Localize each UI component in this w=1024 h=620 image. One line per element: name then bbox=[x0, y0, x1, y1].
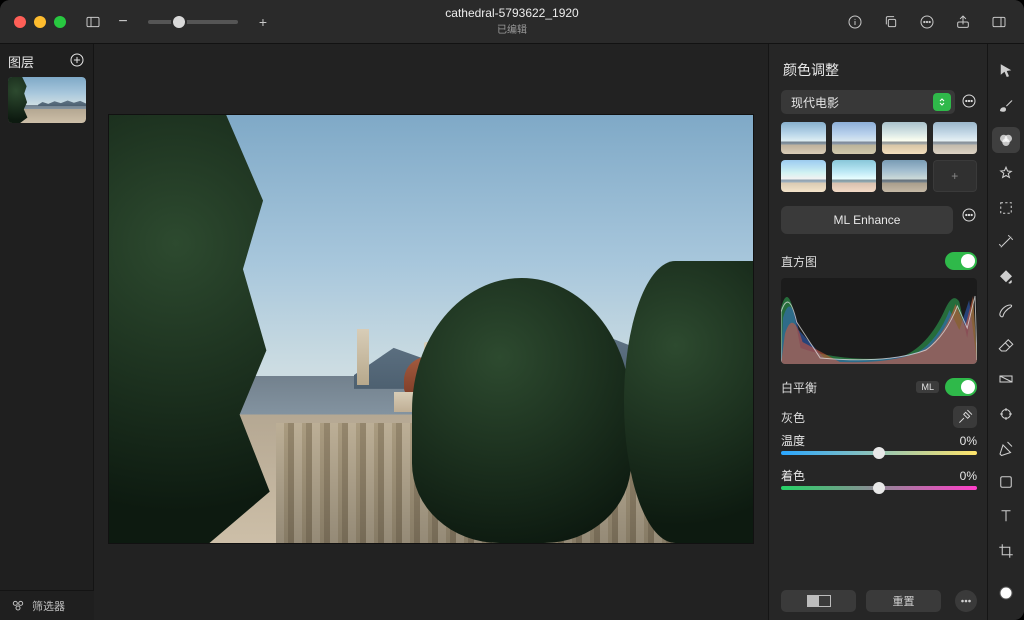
split-compare-button[interactable] bbox=[781, 590, 856, 612]
close-window[interactable] bbox=[14, 16, 26, 28]
window-controls bbox=[14, 16, 66, 28]
preset-select[interactable]: 现代电影 bbox=[781, 90, 955, 114]
share-icon[interactable] bbox=[952, 11, 974, 33]
panels-icon[interactable] bbox=[988, 11, 1010, 33]
layers-panel: 图层 bbox=[0, 44, 94, 620]
eyedropper-button[interactable] bbox=[953, 406, 977, 428]
panel-more-icon[interactable] bbox=[955, 590, 977, 612]
magic-wand-tool[interactable] bbox=[992, 229, 1020, 255]
gradient-tool[interactable] bbox=[992, 366, 1020, 392]
canvas-area bbox=[94, 44, 768, 620]
preset-more-icon[interactable] bbox=[961, 93, 977, 112]
color-adjust-tool[interactable] bbox=[992, 127, 1020, 153]
temperature-slider[interactable] bbox=[781, 451, 977, 455]
ml-more-icon[interactable] bbox=[961, 207, 977, 226]
preset-thumb[interactable] bbox=[882, 122, 927, 154]
canvas-image[interactable] bbox=[109, 115, 753, 543]
document-status: 已编辑 bbox=[445, 21, 578, 36]
minimize-window[interactable] bbox=[34, 16, 46, 28]
repair-tool[interactable] bbox=[992, 401, 1020, 427]
zoom-out-button[interactable]: − bbox=[116, 11, 130, 33]
duplicate-icon[interactable] bbox=[880, 11, 902, 33]
ml-enhance-button[interactable]: ML Enhance bbox=[781, 206, 953, 234]
zoom-slider[interactable] bbox=[148, 20, 238, 24]
fill-tool[interactable] bbox=[992, 264, 1020, 290]
preset-chevrons-icon bbox=[933, 93, 951, 111]
maximize-window[interactable] bbox=[54, 16, 66, 28]
tint-value: 0% bbox=[960, 469, 977, 483]
preset-thumb[interactable] bbox=[781, 160, 826, 192]
zoom-in-button[interactable]: + bbox=[256, 11, 270, 33]
filter-bar: 筛选器 bbox=[0, 590, 94, 620]
temperature-label: 温度 bbox=[781, 432, 805, 449]
layers-heading: 图层 bbox=[8, 52, 34, 71]
text-tool[interactable] bbox=[992, 503, 1020, 529]
more-icon[interactable] bbox=[916, 11, 938, 33]
eraser-tool[interactable] bbox=[992, 332, 1020, 358]
preset-selected-label: 现代电影 bbox=[791, 94, 839, 111]
histogram-label: 直方图 bbox=[781, 253, 817, 270]
reset-button[interactable]: 重置 bbox=[866, 590, 941, 612]
filter-label[interactable]: 筛选器 bbox=[32, 598, 65, 614]
ml-chip[interactable]: ML bbox=[916, 381, 939, 393]
gray-label: 灰色 bbox=[781, 409, 805, 426]
tint-slider[interactable] bbox=[781, 486, 977, 490]
add-layer-icon[interactable] bbox=[69, 52, 85, 71]
histogram-toggle[interactable] bbox=[945, 252, 977, 270]
layer-thumbnail[interactable] bbox=[8, 77, 86, 123]
color-adjust-panel: 颜色调整 现代电影 + bbox=[768, 44, 988, 620]
filter-icon[interactable] bbox=[10, 598, 26, 614]
sidebar-toggle-icon[interactable] bbox=[82, 11, 104, 33]
shape-tool[interactable] bbox=[992, 469, 1020, 495]
preset-thumb[interactable] bbox=[933, 122, 978, 154]
arrow-tool[interactable] bbox=[992, 58, 1020, 84]
preset-thumb[interactable] bbox=[832, 122, 877, 154]
preset-thumbnails: + bbox=[781, 122, 977, 192]
info-icon[interactable] bbox=[844, 11, 866, 33]
white-balance-label: 白平衡 bbox=[781, 379, 817, 396]
marquee-tool[interactable] bbox=[992, 195, 1020, 221]
preset-thumb[interactable] bbox=[781, 122, 826, 154]
titlebar: − + cathedral-5793622_1920 已编辑 bbox=[0, 0, 1024, 44]
crop-tool[interactable] bbox=[992, 538, 1020, 564]
preset-thumb[interactable] bbox=[832, 160, 877, 192]
preset-thumb-selected[interactable] bbox=[882, 160, 927, 192]
histogram bbox=[781, 278, 977, 364]
split-compare-icon bbox=[807, 595, 831, 607]
white-balance-toggle[interactable] bbox=[945, 378, 977, 396]
add-preset-button[interactable]: + bbox=[933, 160, 978, 192]
color-swatch[interactable] bbox=[992, 580, 1020, 606]
tint-label: 着色 bbox=[781, 467, 805, 484]
brush-tool[interactable] bbox=[992, 92, 1020, 118]
document-title-block: cathedral-5793622_1920 已编辑 bbox=[445, 6, 578, 36]
panel-heading: 颜色调整 bbox=[783, 60, 977, 80]
tool-rail bbox=[988, 44, 1024, 620]
effects-tool[interactable] bbox=[992, 161, 1020, 187]
paint-tool[interactable] bbox=[992, 298, 1020, 324]
document-title: cathedral-5793622_1920 bbox=[445, 6, 578, 20]
temperature-value: 0% bbox=[960, 434, 977, 448]
pen-tool[interactable] bbox=[992, 435, 1020, 461]
